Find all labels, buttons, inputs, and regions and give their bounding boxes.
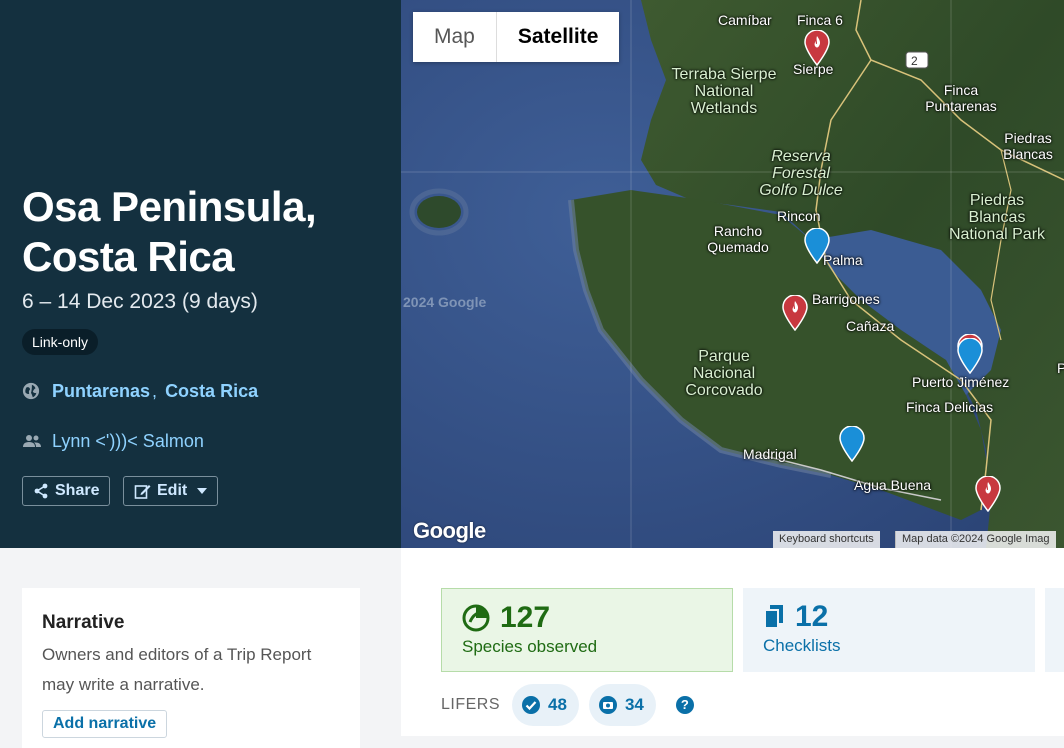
map-label-corcovado: Parque Nacional Corcovado [685,348,763,399]
narrative-title: Narrative [42,612,125,633]
map-label-madrigal: Madrigal [743,446,797,462]
location-separator: , [152,380,158,401]
trip-map[interactable]: Map Satellite Camíbar Finca 6 Sierpe 2 T… [401,0,1064,548]
lifers-seen-count: 48 [548,695,567,714]
more-stats-card[interactable] [1045,588,1064,672]
checklists-count: 12 [795,600,829,633]
lifers-photo-pill[interactable]: 34 [588,684,656,726]
map-label-finca6: Finca 6 [797,12,843,28]
map-label-piedras-blancas-np: Piedras Blancas National Park [948,192,1046,243]
region-link[interactable]: Puntarenas [52,381,150,402]
add-narrative-button[interactable]: Add narrative [42,710,168,738]
map-type-map-button[interactable]: Map [413,12,496,62]
chevron-down-icon [197,488,208,494]
owner-row: Lynn <')))< Salmon [22,429,204,453]
globe-icon [22,382,40,400]
country-link[interactable]: Costa Rica [165,381,258,402]
route-2-shield: 2 [911,54,918,68]
map-type-control: Map Satellite [413,12,620,62]
visibility-badge: Link-only [22,329,99,355]
map-watermark: 2024 Google [403,294,487,310]
hotspot-pin-red[interactable] [975,476,1001,512]
lifers-row: LIFERS 48 34 ? [441,683,694,727]
keyboard-shortcuts-link[interactable]: Keyboard shortcuts [773,531,880,548]
checklists-label: Checklists [763,636,841,655]
map-label-reserva-forestal: Reserva Forestal Golfo Dulce [759,148,843,199]
map-data-attribution[interactable]: Map data ©2024 Google Imag [895,531,1056,548]
check-circle-icon [522,696,541,714]
edit-icon [134,484,151,499]
checklist-pin-blue[interactable] [957,338,983,374]
map-label-canaza: Cañaza [846,318,895,334]
checklist-pin-blue[interactable] [804,228,830,264]
narrative-text: Owners and editors of a Trip Report may … [42,645,312,694]
share-label: Share [55,482,100,499]
trip-title: Osa Peninsula, Costa Rica [22,183,317,280]
google-logo: Google [413,518,486,543]
species-observed-card[interactable]: 127 Species observed [441,588,733,672]
location-row: Puntarenas , Costa Rica [22,379,258,403]
people-icon [23,435,41,447]
checklist-pin-blue[interactable] [839,426,865,462]
map-label-agua-buena: Agua Buena [854,477,932,493]
hotspot-pin-red[interactable] [804,30,830,66]
map-label-terraba: Terraba Sierpe National Wetlands [671,66,777,117]
owner-link[interactable]: Lynn <')))< Salmon [52,431,204,452]
trip-stats: 127 Species observed 12 Checklists LIFER… [401,548,1064,736]
map-label-finca-puntarenas: Finca Puntarenas [925,82,997,114]
edit-label: Edit [157,482,188,499]
map-label-rancho-quemado: Rancho Quemado [707,223,769,255]
lifers-seen-pill[interactable]: 48 [512,684,579,726]
lifers-photo-count: 34 [624,695,644,714]
lifers-label: LIFERS [441,696,501,713]
camera-icon [598,696,617,714]
map-label-finca-delicias: Finca Delicias [906,399,994,415]
map-label-puerto-jimenez: Puerto Jiménez [912,374,1010,390]
share-icon [34,483,48,499]
hotspot-pin-red[interactable] [782,295,808,331]
help-icon[interactable]: ? [675,696,694,714]
map-label-piedras-blancas: Piedras Blancas [1003,130,1053,162]
share-button[interactable]: Share [22,476,111,506]
trip-dates: 6 – 14 Dec 2023 (9 days) [22,290,258,313]
checklists-icon [764,605,783,629]
map-type-satellite-button[interactable]: Satellite [495,12,620,62]
trip-header: Osa Peninsula, Costa Rica 6 – 14 Dec 202… [0,0,401,548]
species-icon [462,604,490,632]
edit-button[interactable]: Edit [123,476,219,506]
map-label-rincon: Rincon [777,208,821,224]
species-label: Species observed [462,637,598,656]
narrative-card: Narrative Owners and editors of a Trip R… [22,588,360,748]
checklists-card[interactable]: 12 Checklists [743,588,1035,672]
map-label-barrigones: Barrigones [812,291,880,307]
map-label-edge: P [1057,360,1064,376]
species-count: 127 [500,601,551,634]
map-label-camibar: Camíbar [718,12,772,28]
